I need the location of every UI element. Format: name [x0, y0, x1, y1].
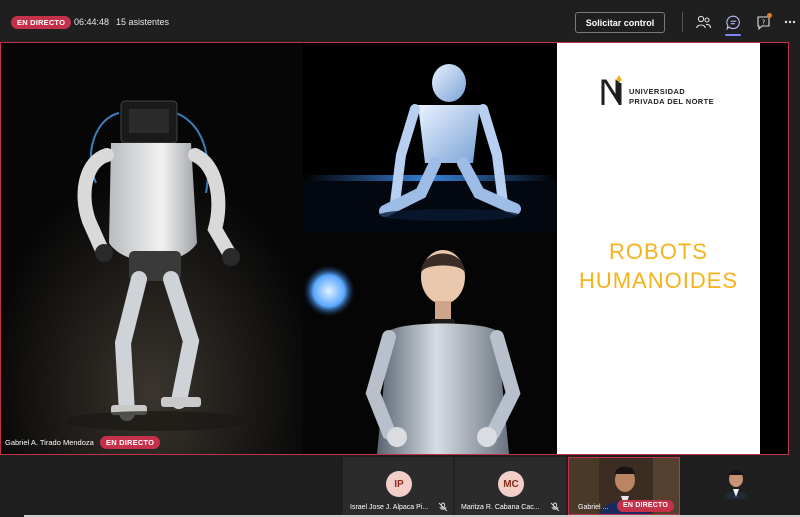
presenter-name: Gabriel A. Tirado Mendoza	[5, 438, 94, 447]
mic-muted-icon	[438, 502, 448, 512]
university-name-line2: PRIVADA DEL NORTE	[629, 97, 715, 106]
slide-title-line1: ROBOTS	[609, 239, 708, 264]
shared-screen-stage: UNIVERSIDAD PRIVADA DEL NORTE ROBOTS HUM…	[0, 42, 789, 455]
avatar: IP	[386, 471, 412, 497]
participant-name: Israel Jose J. Alpaca Pi...	[350, 504, 429, 511]
sprinter-robot-image	[303, 43, 557, 233]
participant-name: Gabriel ...	[578, 504, 609, 511]
svg-text:?: ?	[761, 18, 765, 26]
live-badge: EN DIRECTO	[11, 16, 72, 29]
more-icon[interactable]	[783, 14, 797, 30]
avatar: MC	[498, 471, 524, 497]
people-icon[interactable]	[695, 14, 711, 30]
upn-logo-icon	[601, 75, 622, 105]
slide-title-line2: HUMANOIDES	[578, 268, 739, 293]
stage-black-margin	[760, 43, 788, 454]
meeting-top-bar: EN DIRECTO 06:44:48 15 asistentes Solici…	[0, 0, 800, 42]
participant-name: Maritza R. Cabana Cac...	[461, 504, 540, 511]
university-name-line1: UNIVERSIDAD	[629, 87, 686, 96]
atlas-robot-image	[1, 43, 303, 454]
self-video-image	[700, 457, 772, 515]
sophia-robot-image	[303, 233, 557, 454]
chat-icon[interactable]	[725, 14, 741, 30]
mic-muted-icon	[550, 502, 560, 512]
participant-live-badge: EN DIRECTO	[617, 500, 675, 512]
university-logo: UNIVERSIDAD PRIVADA DEL NORTE	[601, 73, 741, 113]
attendee-count[interactable]: 15 asistentes	[116, 17, 169, 27]
notification-dot	[767, 13, 772, 18]
meeting-timer: 06:44:48	[74, 17, 110, 27]
toolbar-divider	[682, 12, 683, 32]
self-video-tile[interactable]	[700, 457, 772, 515]
chat-active-indicator	[725, 34, 741, 36]
participant-strip: IP Israel Jose J. Alpaca Pi... MC Maritz…	[0, 455, 800, 517]
stage-right-gutter	[789, 42, 800, 455]
presenter-live-badge: EN DIRECTO	[100, 436, 161, 449]
presentation-slide: UNIVERSIDAD PRIVADA DEL NORTE ROBOTS HUM…	[557, 43, 760, 454]
request-control-button[interactable]: Solicitar control	[575, 12, 665, 33]
